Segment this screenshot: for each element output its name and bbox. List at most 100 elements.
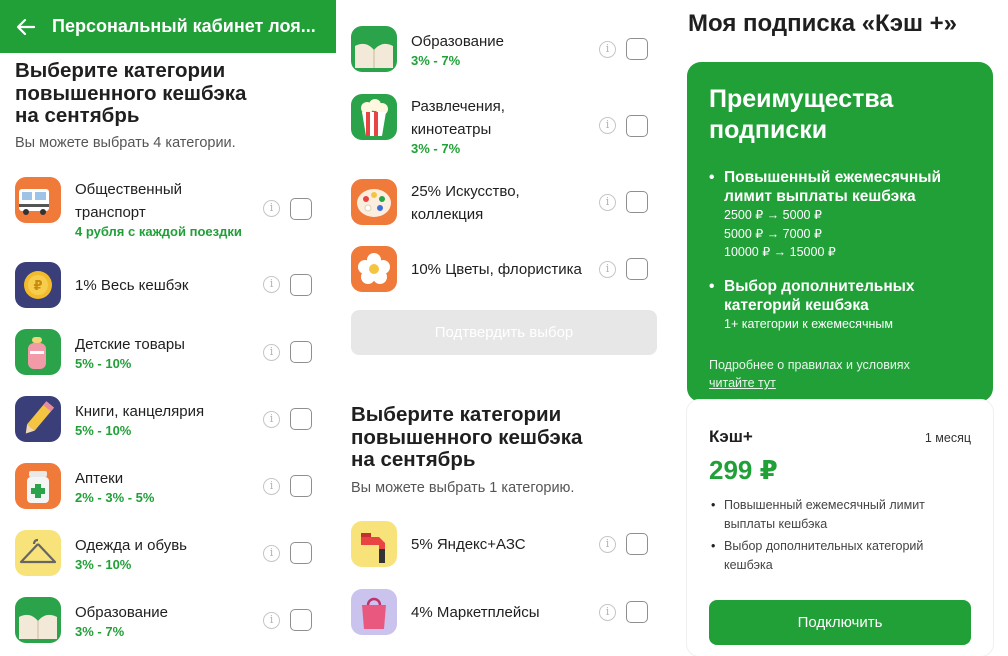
category-row-art[interactable]: 25% Искусство, коллекция i xyxy=(351,179,657,239)
category-checkbox[interactable] xyxy=(290,475,312,497)
coin-icon: ₽ xyxy=(15,262,61,308)
category-checkbox[interactable] xyxy=(626,533,648,555)
app-bar: Персональный кабинет лоя... xyxy=(0,0,336,53)
category-name: 5% Яндекс+АЗС xyxy=(411,536,526,553)
page-title: Моя подписка «Кэш +» xyxy=(688,10,957,37)
terms-link[interactable]: читайте тут xyxy=(709,374,910,392)
category-row-entertainment[interactable]: Развлечения, кинотеатры 3% - 7% i xyxy=(351,94,657,156)
plan-name: Кэш+ xyxy=(709,427,753,446)
category-row-flowers[interactable]: 10% Цветы, флористика i xyxy=(351,246,657,306)
section-heading: Выберите категории повышенного кешбэка н… xyxy=(351,403,583,471)
info-icon[interactable]: i xyxy=(263,411,280,428)
category-panel-left: Персональный кабинет лоя... Выберите кат… xyxy=(0,0,336,656)
book-icon xyxy=(15,597,61,643)
flower-icon xyxy=(351,246,397,292)
category-row-clothes[interactable]: Одежда и обувь 3% - 10% i xyxy=(15,530,321,590)
category-row-marketplaces[interactable]: 4% Маркетплейсы i xyxy=(351,589,657,649)
fuel-nozzle-icon xyxy=(351,521,397,567)
popcorn-icon xyxy=(351,94,397,140)
category-checkbox[interactable] xyxy=(626,601,648,623)
category-row-kids[interactable]: Детские товары 5% - 10% i xyxy=(15,329,321,389)
category-name: 25% Искусство, коллекция xyxy=(411,183,520,223)
category-name: Одежда и обувь xyxy=(75,537,187,554)
category-rate: 3% - 7% xyxy=(411,141,461,156)
category-name: Общественный транспорт xyxy=(75,181,183,221)
shopping-bag-icon xyxy=(351,589,397,635)
info-icon[interactable]: i xyxy=(599,261,616,278)
plan-feature-item: Повышенный ежемесячный лимит выплаты кеш… xyxy=(709,496,969,534)
category-row-transport[interactable]: Общественный транспорт 4 рубля с каждой … xyxy=(15,177,321,239)
category-checkbox[interactable] xyxy=(290,609,312,631)
benefits-title: Преимущества подписки xyxy=(709,85,894,144)
svg-text:₽: ₽ xyxy=(33,279,42,294)
info-icon[interactable]: i xyxy=(599,536,616,553)
app-bar-title: Персональный кабинет лоя... xyxy=(52,16,316,36)
subscription-panel: Моя подписка «Кэш +» Преимущества подпис… xyxy=(672,0,1008,656)
category-checkbox[interactable] xyxy=(626,38,648,60)
category-row-all-cashback[interactable]: ₽ 1% Весь кешбэк i xyxy=(15,262,321,322)
category-rate: 2% - 3% - 5% xyxy=(75,490,155,505)
book-icon xyxy=(351,26,397,72)
info-icon[interactable]: i xyxy=(599,41,616,58)
category-name: Детские товары xyxy=(75,336,185,353)
confirm-selection-button[interactable]: Подтвердить выбор xyxy=(351,310,657,355)
bus-icon xyxy=(15,177,61,223)
section-subtitle: Вы можете выбрать 4 категории. xyxy=(15,135,236,151)
info-icon[interactable]: i xyxy=(263,200,280,217)
pill-bottle-icon xyxy=(15,463,61,509)
category-name: Образование xyxy=(75,604,168,621)
category-row-pharmacy[interactable]: Аптеки 2% - 3% - 5% i xyxy=(15,463,321,523)
category-rate: 3% - 7% xyxy=(411,53,461,68)
category-row-yandex-fuel[interactable]: 5% Яндекс+АЗС i xyxy=(351,521,657,581)
category-name: 4% Маркетплейсы xyxy=(411,604,540,621)
plan-feature-item: Выбор дополнительных категорий кешбэка xyxy=(709,537,969,575)
category-checkbox[interactable] xyxy=(626,258,648,280)
category-row-books[interactable]: Книги, канцелярия 5% - 10% i xyxy=(15,396,321,456)
plan-period: 1 месяц xyxy=(924,431,971,445)
pencil-icon xyxy=(15,396,61,442)
category-checkbox[interactable] xyxy=(290,274,312,296)
plan-card: Кэш+ 1 месяц 299 ₽ Повышенный ежемесячны… xyxy=(687,400,993,656)
category-rate: 5% - 10% xyxy=(75,356,132,371)
section-subtitle: Вы можете выбрать 1 категорию. xyxy=(351,480,575,496)
category-name: 10% Цветы, флористика xyxy=(411,261,582,278)
category-rate: 3% - 7% xyxy=(75,624,125,639)
palette-icon xyxy=(351,179,397,225)
category-row-education[interactable]: Образование 3% - 7% i xyxy=(15,597,321,656)
category-checkbox[interactable] xyxy=(290,198,312,220)
info-icon[interactable]: i xyxy=(599,604,616,621)
category-rate: 4 рубля с каждой поездки xyxy=(75,224,242,239)
info-icon[interactable]: i xyxy=(263,276,280,293)
category-rate: 3% - 10% xyxy=(75,557,132,572)
info-icon[interactable]: i xyxy=(599,194,616,211)
category-panel-middle: Образование 3% - 7% i Развлечения, кинот… xyxy=(336,0,672,656)
back-arrow-icon[interactable] xyxy=(0,0,52,53)
category-name: Развлечения, кинотеатры xyxy=(411,98,505,138)
category-name: Образование xyxy=(411,33,504,50)
baby-bottle-icon xyxy=(15,329,61,375)
info-icon[interactable]: i xyxy=(263,545,280,562)
hanger-icon xyxy=(15,530,61,576)
benefit-categories: Выбор дополнительных категорий кешбэка 1… xyxy=(709,277,915,334)
info-icon[interactable]: i xyxy=(599,117,616,134)
subscribe-button[interactable]: Подключить xyxy=(709,600,971,645)
plan-features: Повышенный ежемесячный лимит выплаты кеш… xyxy=(709,496,969,578)
info-icon[interactable]: i xyxy=(263,478,280,495)
category-rate: 5% - 10% xyxy=(75,423,132,438)
category-name: 1% Весь кешбэк xyxy=(75,277,189,294)
section-heading: Выберите категории повышенного кешбэка н… xyxy=(15,59,247,127)
benefits-card: Преимущества подписки Повышенный ежемеся… xyxy=(687,62,993,402)
category-name: Книги, канцелярия xyxy=(75,403,205,420)
info-icon[interactable]: i xyxy=(263,612,280,629)
benefit-limit: Повышенный ежемесячный лимит выплаты кеш… xyxy=(709,168,941,262)
plan-price: 299 ₽ xyxy=(709,455,778,485)
terms-note: Подробнее о правилах и условиях читайте … xyxy=(709,358,910,392)
category-checkbox[interactable] xyxy=(290,408,312,430)
info-icon[interactable]: i xyxy=(263,344,280,361)
category-checkbox[interactable] xyxy=(626,191,648,213)
category-name: Аптеки xyxy=(75,470,124,487)
category-checkbox[interactable] xyxy=(290,542,312,564)
category-row-education[interactable]: Образование 3% - 7% i xyxy=(351,26,657,86)
category-checkbox[interactable] xyxy=(626,115,648,137)
category-checkbox[interactable] xyxy=(290,341,312,363)
